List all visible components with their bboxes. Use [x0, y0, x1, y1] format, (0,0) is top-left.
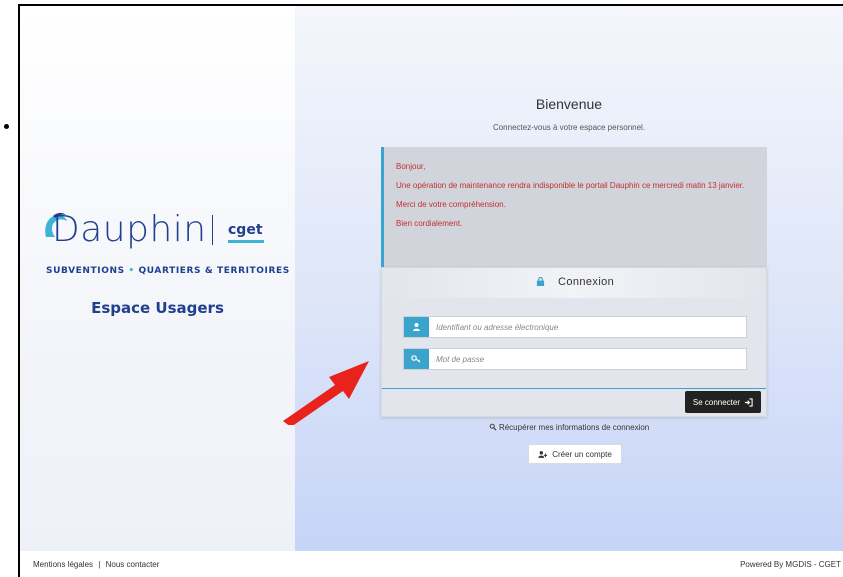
footer-links: Mentions légales | Nous contacter	[33, 560, 159, 569]
tagline-dot: •	[128, 266, 135, 276]
lock-icon	[536, 277, 545, 286]
login-button[interactable]: Se connecter	[684, 391, 761, 413]
logo-tagline: SUBVENTIONS • QUARTIERS & TERRITOIRES	[46, 266, 290, 276]
annotation-arrow-icon	[283, 361, 369, 425]
notice-line: Bonjour,	[396, 162, 426, 171]
welcome-subtitle: Connectez-vous à votre espace personnel.	[492, 123, 646, 132]
create-account-label: Créer un compte	[552, 449, 612, 459]
welcome-title: Bienvenue	[535, 96, 603, 112]
identifier-input[interactable]	[436, 319, 736, 335]
password-field	[403, 348, 747, 370]
identifier-field	[403, 316, 747, 338]
key-search-icon	[489, 423, 497, 431]
cget-logo: cget	[228, 222, 263, 238]
user-icon	[413, 323, 420, 331]
card-divider	[382, 388, 766, 389]
cget-logo-bar	[228, 240, 264, 243]
maintenance-notice: Bonjour, Une opération de maintenance re…	[381, 147, 767, 269]
recover-link[interactable]: Récupérer mes informations de connexion	[295, 423, 843, 432]
identifier-addon	[404, 317, 429, 337]
key-icon	[411, 355, 421, 363]
login-title: Connexion	[558, 276, 615, 288]
tagline-quartiers: QUARTIERS & TERRITOIRES	[138, 266, 290, 276]
login-button-label: Se connecter	[692, 397, 740, 407]
footer-separator: |	[98, 560, 101, 569]
footer: Mentions légales | Nous contacter Powere…	[20, 551, 843, 577]
space-title: Espace Usagers	[91, 299, 224, 317]
login-card: Connexion Se connecter	[381, 267, 767, 417]
notice-line: Merci de votre compréhension.	[396, 200, 506, 209]
bullet-marker	[4, 124, 9, 129]
login-header: Connexion	[382, 268, 766, 298]
notice-line: Bien cordialement.	[396, 219, 463, 228]
legal-link[interactable]: Mentions légales	[33, 560, 93, 569]
password-input[interactable]	[436, 351, 736, 367]
logo-separator	[212, 215, 213, 245]
password-addon	[404, 349, 429, 369]
tagline-subventions: SUBVENTIONS	[46, 266, 125, 276]
notice-line: Une opération de maintenance rendra indi…	[396, 181, 745, 190]
sign-in-icon	[744, 397, 753, 407]
logo-word: Dauphin	[52, 209, 207, 250]
contact-link[interactable]: Nous contacter	[106, 560, 160, 569]
recover-link-label: Récupérer mes informations de connexion	[498, 423, 650, 432]
user-plus-icon	[538, 450, 548, 458]
create-account-button[interactable]: Créer un compte	[528, 444, 622, 464]
powered-by: Powered By MGDIS - CGET	[740, 560, 841, 569]
